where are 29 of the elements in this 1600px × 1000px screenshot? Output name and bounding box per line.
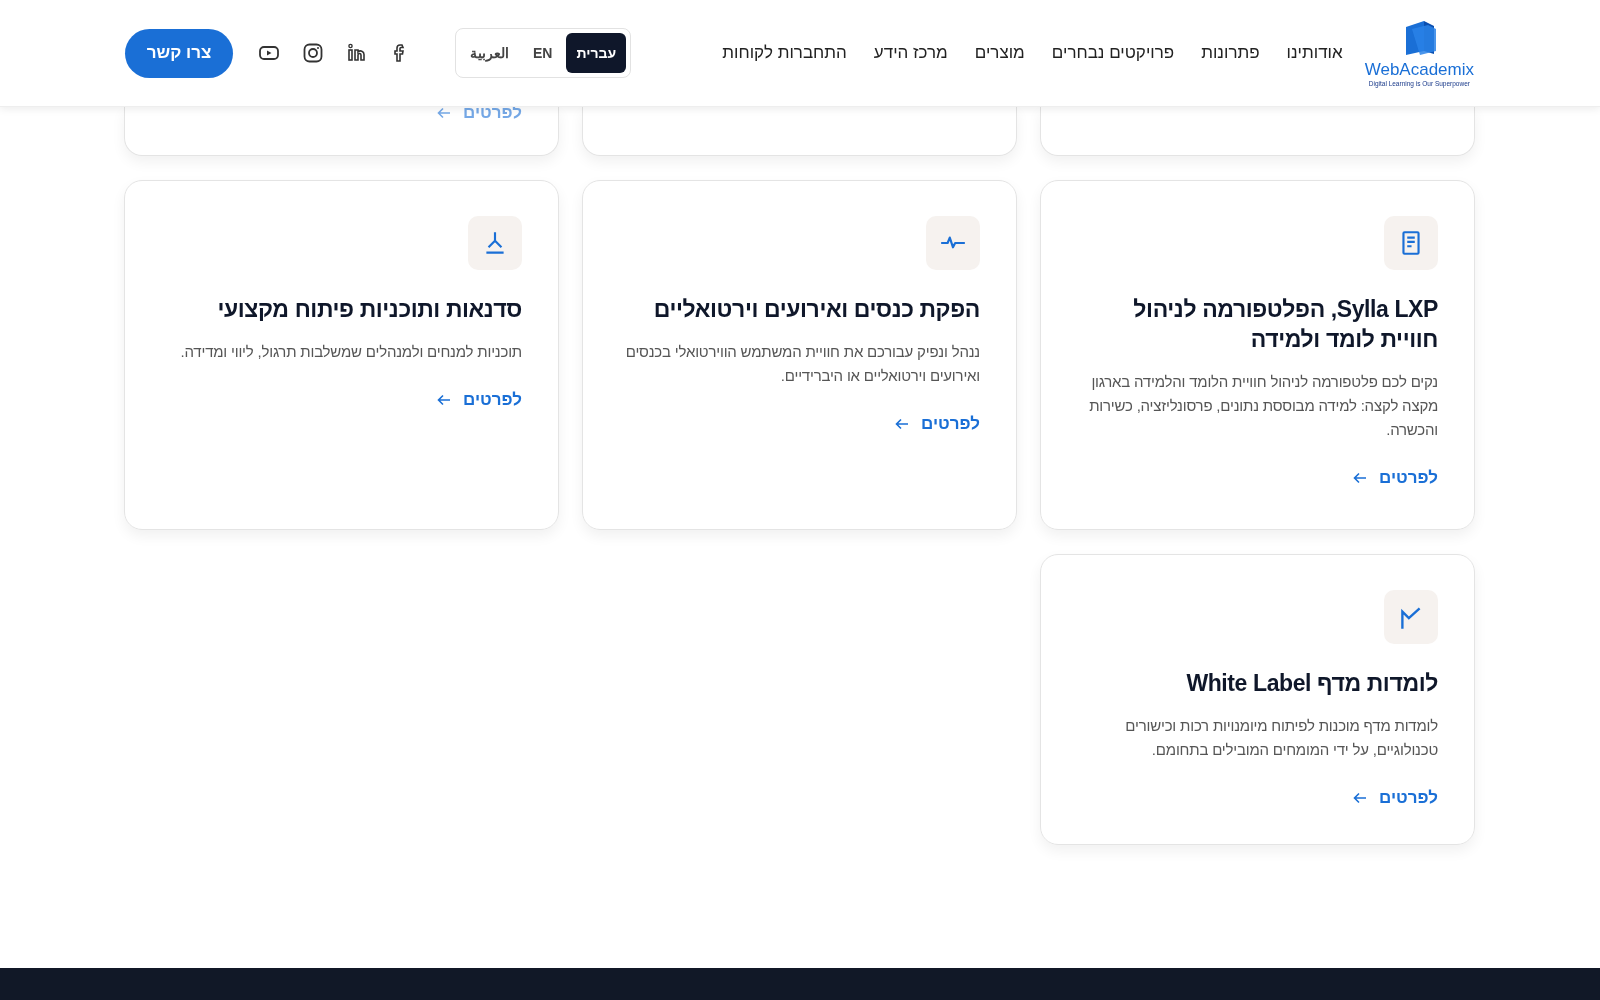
arrow-icon	[1353, 791, 1367, 804]
logo-wordmark: WebAcademix	[1364, 61, 1474, 78]
card-title: לומדות מדף White Label	[1186, 669, 1438, 698]
card-description: תוכניות למנחים ולמנהלים שמשלבות תרגול, ליווי ומדידה.	[180, 341, 522, 362]
card-title: סדנאות ותוכניות פיתוח מקצועי	[217, 295, 522, 324]
nav-link[interactable]: מוצרים	[974, 43, 1025, 63]
arrow-icon	[1353, 471, 1367, 484]
card-description: ננהל ונפיק עבורכם את חוויית המשתמש הווירטואלי בכנסים ואירועים וירטואליים או היברידיים.	[624, 341, 980, 386]
card-title: הפקת כנסים ואירועים וירטואליים	[653, 295, 980, 324]
card-title: Sylla LXP, הפלטפורמה לניהול חוויית לומד ולמידה	[1132, 295, 1438, 354]
nav-link[interactable]: פרויקטים נבחרים	[1051, 43, 1175, 63]
contact-button[interactable]: צרו קשר	[125, 28, 233, 78]
nav-link[interactable]: מרכז הידע	[873, 43, 948, 63]
details-link[interactable]: לפרטים	[437, 389, 522, 410]
nav-link[interactable]: פתרונות	[1201, 43, 1260, 63]
instagram-icon[interactable]	[301, 41, 325, 65]
arrow-icon	[437, 393, 451, 406]
language-option[interactable]: EN	[523, 33, 563, 73]
nav-link[interactable]: אודותינו	[1286, 43, 1343, 63]
nav-link[interactable]: התחברות לקוחות	[722, 43, 847, 63]
details-link[interactable]: לפרטים	[1353, 787, 1438, 808]
language-option[interactable]: العربية	[460, 33, 519, 73]
arrow-icon	[895, 417, 909, 430]
language-option[interactable]: עברית	[566, 33, 627, 73]
details-link[interactable]: לפרטים	[1353, 467, 1438, 488]
arrow-icon	[437, 107, 451, 119]
card-description: לומדות מדף מוכנות לפיתוח מיומנויות רכות וכישורים טכנולוגיים, על ידי המומחים המובילים בתחומם.	[1124, 715, 1438, 760]
details-link[interactable]: לפרטים	[895, 413, 980, 434]
card-description: נקים לכם פלטפורמה לניהול חוויית הלומד והלמידה בארגון מקצה לקצה: למידה מבוססת נתונים, פרסונליזציה, כשירות והכשרה.	[1088, 371, 1438, 440]
